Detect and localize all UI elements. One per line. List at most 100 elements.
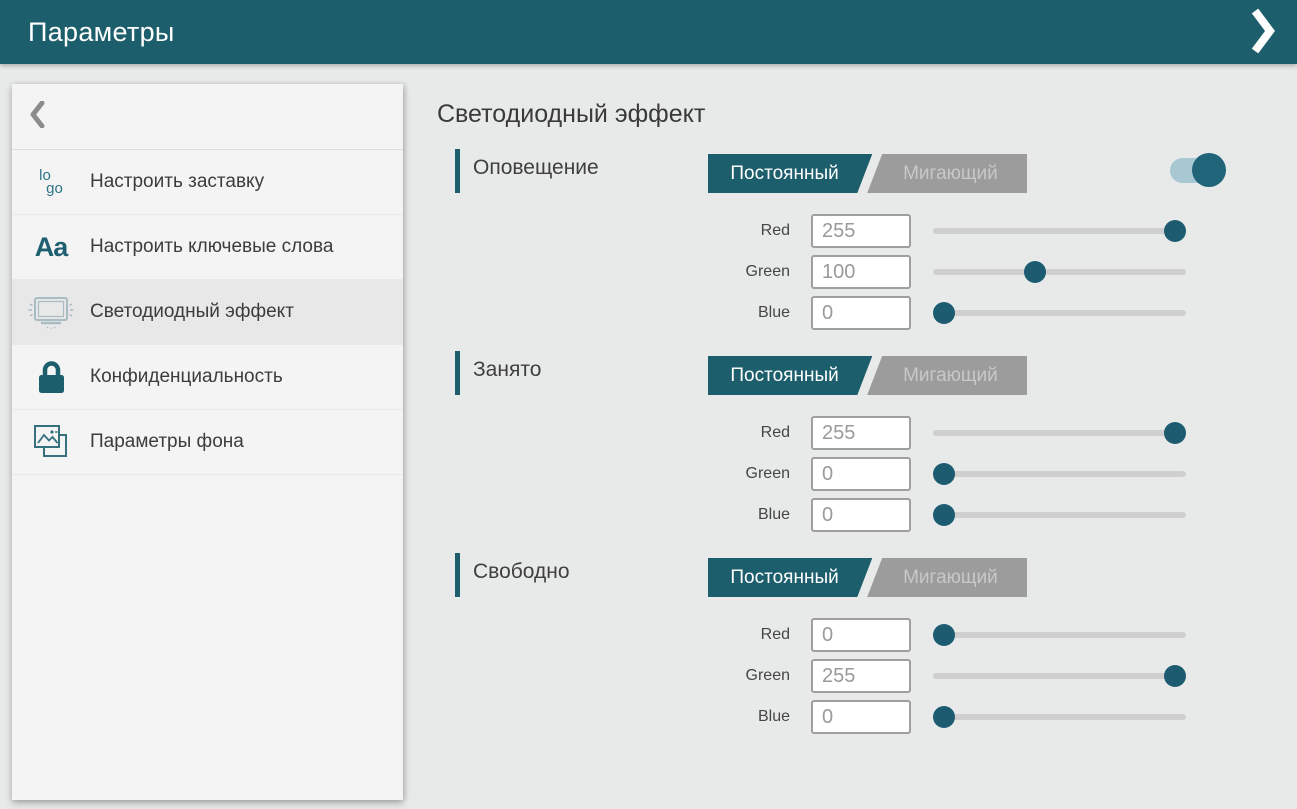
green-slider[interactable] [933, 457, 1186, 491]
red-channel-row: Red [437, 618, 1285, 652]
slider-thumb[interactable] [933, 463, 955, 485]
slider-track[interactable] [933, 512, 1186, 518]
chevron-left-icon [30, 101, 45, 133]
sidebar-item-keywords[interactable]: Aa Настроить ключевые слова [12, 215, 403, 280]
blue-channel-row: Blue [437, 700, 1285, 734]
section-accent-bar [455, 149, 460, 193]
notification-led-toggle[interactable] [1170, 153, 1226, 187]
blue-value-input[interactable] [811, 498, 911, 532]
red-slider[interactable] [933, 214, 1186, 248]
slider-track[interactable] [933, 714, 1186, 720]
blue-value-input[interactable] [811, 700, 911, 734]
slider-track[interactable] [933, 228, 1186, 234]
sidebar-back-button[interactable] [12, 84, 403, 150]
section-title: Занято [473, 358, 541, 382]
blue-slider[interactable] [933, 700, 1186, 734]
mode-option-constant-label: Постоянный [708, 558, 861, 597]
mode-segmented-control: Постоянный Мигающий [708, 356, 1027, 395]
red-value-input[interactable] [811, 618, 911, 652]
red-label: Red [617, 626, 790, 644]
blue-label: Blue [617, 708, 790, 726]
logo-icon: lo go [12, 169, 90, 195]
section-accent-bar [455, 351, 460, 395]
sidebar-item-label: Настроить ключевые слова [90, 234, 333, 260]
sidebar-item-label: Параметры фона [90, 429, 244, 455]
slider-thumb[interactable] [933, 302, 955, 324]
mode-segmented-control: Постоянный Мигающий [708, 558, 1027, 597]
mode-option-blinking-label: Мигающий [874, 558, 1027, 597]
mode-option-blinking-label: Мигающий [874, 356, 1027, 395]
led-screen-icon [12, 293, 90, 331]
sidebar-item-label: Настроить заставку [90, 169, 264, 195]
slider-thumb[interactable] [1024, 261, 1046, 283]
green-slider[interactable] [933, 255, 1186, 289]
content-title: Светодиодный эффект [437, 100, 705, 129]
blue-value-input[interactable] [811, 296, 911, 330]
blue-slider[interactable] [933, 498, 1186, 532]
red-channel-row: Red [437, 214, 1285, 248]
red-value-input[interactable] [811, 214, 911, 248]
slider-thumb[interactable] [933, 706, 955, 728]
blue-channel-row: Blue [437, 498, 1285, 532]
green-label: Green [617, 263, 790, 281]
mode-option-constant-label: Постоянный [708, 356, 861, 395]
red-label: Red [617, 424, 790, 442]
settings-sidebar: lo go Настроить заставку Aa Настроить кл… [12, 84, 403, 800]
slider-track[interactable] [933, 269, 1186, 275]
app-header: Параметры [0, 0, 1297, 64]
section-notification: Оповещение Постоянный Мигающий Red Green [437, 148, 1285, 344]
blue-label: Blue [617, 506, 790, 524]
slider-thumb[interactable] [933, 504, 955, 526]
green-channel-row: Green [437, 255, 1285, 289]
forward-button[interactable] [1241, 8, 1285, 56]
green-channel-row: Green [437, 659, 1285, 693]
logo-icon-text-2: go [46, 182, 63, 195]
green-channel-row: Green [437, 457, 1285, 491]
slider-thumb[interactable] [933, 624, 955, 646]
green-value-input[interactable] [811, 255, 911, 289]
red-channel-row: Red [437, 416, 1285, 450]
mode-segmented-control: Постоянный Мигающий [708, 154, 1027, 193]
blue-label: Blue [617, 304, 790, 322]
mode-option-blinking-label: Мигающий [874, 154, 1027, 193]
green-slider[interactable] [933, 659, 1186, 693]
sidebar-item-privacy[interactable]: Конфиденциальность [12, 345, 403, 410]
slider-thumb[interactable] [1164, 422, 1186, 444]
sidebar-item-label: Конфиденциальность [90, 364, 283, 390]
sidebar-item-background[interactable]: Параметры фона [12, 410, 403, 475]
slider-thumb[interactable] [1164, 220, 1186, 242]
keywords-icon: Aa [12, 232, 90, 263]
sidebar-item-splash-screen[interactable]: lo go Настроить заставку [12, 150, 403, 215]
green-value-input[interactable] [811, 659, 911, 693]
settings-app: Параметры lo go Наст [0, 0, 1297, 809]
blue-slider[interactable] [933, 296, 1186, 330]
green-value-input[interactable] [811, 457, 911, 491]
lock-icon [12, 359, 90, 395]
slider-track[interactable] [933, 673, 1186, 679]
sidebar-item-led-effect[interactable]: Светодиодный эффект [12, 280, 403, 345]
section-busy: Занято Постоянный Мигающий Red Green Blu… [437, 350, 1285, 546]
section-title: Оповещение [473, 156, 599, 180]
red-value-input[interactable] [811, 416, 911, 450]
red-slider[interactable] [933, 618, 1186, 652]
green-label: Green [617, 465, 790, 483]
slider-track[interactable] [933, 430, 1186, 436]
slider-track[interactable] [933, 471, 1186, 477]
slider-thumb[interactable] [1164, 665, 1186, 687]
chevron-right-icon [1251, 8, 1275, 57]
background-images-icon [12, 422, 90, 462]
section-accent-bar [455, 553, 460, 597]
sidebar-item-label: Светодиодный эффект [90, 299, 294, 325]
slider-track[interactable] [933, 310, 1186, 316]
keywords-icon-text: Aa [35, 232, 68, 263]
red-slider[interactable] [933, 416, 1186, 450]
blue-channel-row: Blue [437, 296, 1285, 330]
section-title: Свободно [473, 560, 570, 584]
red-label: Red [617, 222, 790, 240]
page-title: Параметры [0, 17, 175, 48]
green-label: Green [617, 667, 790, 685]
slider-track[interactable] [933, 632, 1186, 638]
section-free: Свободно Постоянный Мигающий Red Green B… [437, 552, 1285, 748]
mode-option-constant-label: Постоянный [708, 154, 861, 193]
toggle-knob [1192, 153, 1226, 187]
